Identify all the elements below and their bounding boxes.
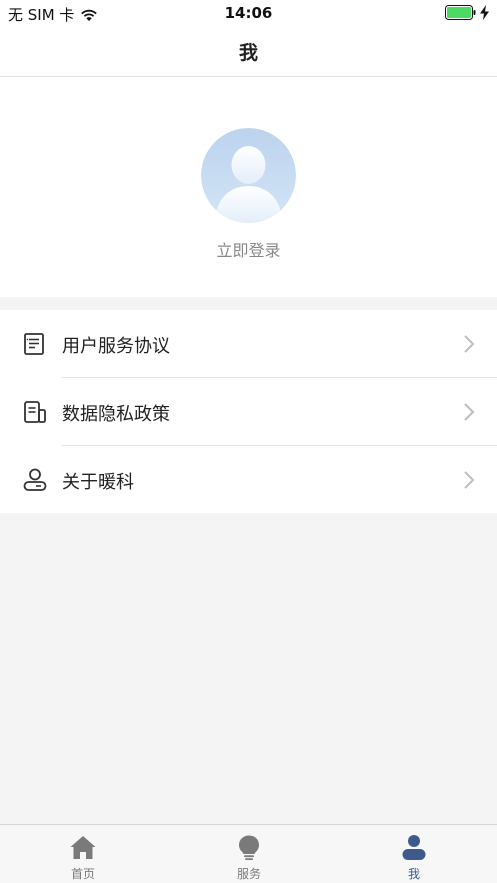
home-icon xyxy=(70,836,96,859)
menu-item-about[interactable]: 关于暖科 xyxy=(0,446,497,514)
menu-item-privacy-policy[interactable]: 数据隐私政策 xyxy=(0,378,497,446)
menu-item-label: 数据隐私政策 xyxy=(62,404,170,425)
battery-indicator xyxy=(445,5,489,20)
tab-me[interactable]: 我 xyxy=(331,825,497,883)
status-time: 14:06 xyxy=(224,4,273,22)
menu-item-label: 用户服务协议 xyxy=(62,336,170,357)
menu-item-label: 关于暖科 xyxy=(62,472,134,493)
tab-services[interactable]: 服务 xyxy=(166,825,332,883)
tab-bar: 首页 服务 我 xyxy=(0,824,497,883)
person-card-icon xyxy=(23,468,47,491)
tab-label: 我 xyxy=(407,867,420,881)
login-link[interactable]: 立即登录 xyxy=(0,237,497,261)
charging-icon xyxy=(480,5,489,20)
navigation-bar: 我 xyxy=(0,26,497,77)
document-list-icon xyxy=(24,333,44,355)
menu-item-user-agreement[interactable]: 用户服务协议 xyxy=(0,310,497,378)
avatar[interactable] xyxy=(201,128,296,223)
document-phone-icon xyxy=(24,401,46,423)
tab-label: 服务 xyxy=(236,867,261,881)
default-avatar-icon xyxy=(201,128,296,223)
chevron-right-icon xyxy=(464,471,475,489)
settings-menu: 用户服务协议 数据隐私政策 关于暖科 xyxy=(0,310,497,513)
chevron-right-icon xyxy=(464,403,475,421)
user-icon xyxy=(402,835,426,860)
page-title: 我 xyxy=(238,42,258,64)
tab-label: 首页 xyxy=(70,867,95,881)
battery-icon xyxy=(445,5,476,20)
status-bar: 无 SIM 卡 14:06 xyxy=(0,0,497,26)
profile-section[interactable]: 立即登录 xyxy=(0,77,497,297)
chevron-right-icon xyxy=(464,335,475,353)
lightbulb-icon xyxy=(239,835,259,860)
tab-home[interactable]: 首页 xyxy=(0,825,166,883)
